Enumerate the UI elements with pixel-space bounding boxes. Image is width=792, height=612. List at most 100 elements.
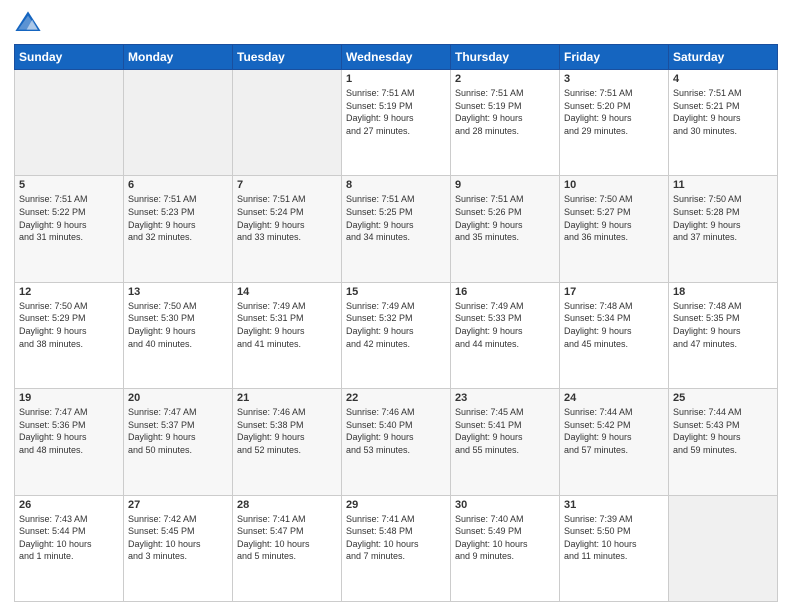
- cell-text: and 34 minutes.: [346, 231, 446, 244]
- calendar-cell: [669, 495, 778, 601]
- calendar-cell: 26Sunrise: 7:43 AMSunset: 5:44 PMDayligh…: [15, 495, 124, 601]
- day-number: 10: [564, 179, 664, 191]
- weekday-header: Friday: [560, 45, 669, 70]
- cell-text: and 36 minutes.: [564, 231, 664, 244]
- cell-text: Daylight: 9 hours: [346, 219, 446, 232]
- cell-text: Sunrise: 7:51 AM: [673, 87, 773, 100]
- day-number: 17: [564, 286, 664, 298]
- header: [14, 10, 778, 38]
- cell-text: Daylight: 9 hours: [673, 112, 773, 125]
- cell-text: Sunset: 5:34 PM: [564, 312, 664, 325]
- calendar-cell: 16Sunrise: 7:49 AMSunset: 5:33 PMDayligh…: [451, 282, 560, 388]
- day-number: 14: [237, 286, 337, 298]
- calendar-cell: 14Sunrise: 7:49 AMSunset: 5:31 PMDayligh…: [233, 282, 342, 388]
- day-number: 13: [128, 286, 228, 298]
- cell-text: Sunrise: 7:48 AM: [673, 300, 773, 313]
- cell-text: Sunset: 5:26 PM: [455, 206, 555, 219]
- cell-text: Sunset: 5:25 PM: [346, 206, 446, 219]
- cell-text: Sunset: 5:41 PM: [455, 419, 555, 432]
- cell-text: Sunrise: 7:40 AM: [455, 513, 555, 526]
- cell-text: Sunrise: 7:44 AM: [564, 406, 664, 419]
- cell-text: Daylight: 9 hours: [19, 431, 119, 444]
- day-number: 3: [564, 73, 664, 85]
- day-number: 20: [128, 392, 228, 404]
- calendar-cell: [124, 70, 233, 176]
- cell-text: Daylight: 9 hours: [128, 325, 228, 338]
- cell-text: and 29 minutes.: [564, 125, 664, 138]
- cell-text: Daylight: 10 hours: [455, 538, 555, 551]
- calendar-cell: 23Sunrise: 7:45 AMSunset: 5:41 PMDayligh…: [451, 389, 560, 495]
- cell-text: Sunset: 5:37 PM: [128, 419, 228, 432]
- cell-text: Sunset: 5:21 PM: [673, 100, 773, 113]
- day-number: 6: [128, 179, 228, 191]
- weekday-header: Wednesday: [342, 45, 451, 70]
- day-number: 12: [19, 286, 119, 298]
- cell-text: Sunset: 5:20 PM: [564, 100, 664, 113]
- calendar-cell: 5Sunrise: 7:51 AMSunset: 5:22 PMDaylight…: [15, 176, 124, 282]
- day-number: 25: [673, 392, 773, 404]
- cell-text: and 48 minutes.: [19, 444, 119, 457]
- cell-text: Sunset: 5:22 PM: [19, 206, 119, 219]
- cell-text: Daylight: 9 hours: [128, 219, 228, 232]
- cell-text: Sunset: 5:28 PM: [673, 206, 773, 219]
- cell-text: Sunset: 5:24 PM: [237, 206, 337, 219]
- cell-text: Sunset: 5:45 PM: [128, 525, 228, 538]
- cell-text: and 41 minutes.: [237, 338, 337, 351]
- cell-text: and 31 minutes.: [19, 231, 119, 244]
- day-number: 27: [128, 499, 228, 511]
- calendar-cell: 29Sunrise: 7:41 AMSunset: 5:48 PMDayligh…: [342, 495, 451, 601]
- calendar-cell: 22Sunrise: 7:46 AMSunset: 5:40 PMDayligh…: [342, 389, 451, 495]
- cell-text: Sunrise: 7:46 AM: [346, 406, 446, 419]
- calendar-cell: 6Sunrise: 7:51 AMSunset: 5:23 PMDaylight…: [124, 176, 233, 282]
- day-number: 4: [673, 73, 773, 85]
- cell-text: Sunset: 5:44 PM: [19, 525, 119, 538]
- cell-text: Sunset: 5:50 PM: [564, 525, 664, 538]
- cell-text: and 32 minutes.: [128, 231, 228, 244]
- cell-text: Sunrise: 7:50 AM: [128, 300, 228, 313]
- calendar-cell: 24Sunrise: 7:44 AMSunset: 5:42 PMDayligh…: [560, 389, 669, 495]
- cell-text: Sunrise: 7:42 AM: [128, 513, 228, 526]
- day-number: 9: [455, 179, 555, 191]
- calendar-cell: 7Sunrise: 7:51 AMSunset: 5:24 PMDaylight…: [233, 176, 342, 282]
- day-number: 7: [237, 179, 337, 191]
- calendar-cell: 8Sunrise: 7:51 AMSunset: 5:25 PMDaylight…: [342, 176, 451, 282]
- cell-text: Sunrise: 7:48 AM: [564, 300, 664, 313]
- cell-text: and 47 minutes.: [673, 338, 773, 351]
- weekday-header: Monday: [124, 45, 233, 70]
- cell-text: and 27 minutes.: [346, 125, 446, 138]
- cell-text: Daylight: 9 hours: [346, 112, 446, 125]
- cell-text: Sunrise: 7:49 AM: [455, 300, 555, 313]
- cell-text: Sunset: 5:43 PM: [673, 419, 773, 432]
- cell-text: and 50 minutes.: [128, 444, 228, 457]
- cell-text: Sunset: 5:32 PM: [346, 312, 446, 325]
- calendar-cell: 15Sunrise: 7:49 AMSunset: 5:32 PMDayligh…: [342, 282, 451, 388]
- day-number: 29: [346, 499, 446, 511]
- cell-text: Daylight: 10 hours: [564, 538, 664, 551]
- calendar-week-row: 19Sunrise: 7:47 AMSunset: 5:36 PMDayligh…: [15, 389, 778, 495]
- cell-text: Daylight: 9 hours: [346, 325, 446, 338]
- weekday-header-row: SundayMondayTuesdayWednesdayThursdayFrid…: [15, 45, 778, 70]
- cell-text: Daylight: 9 hours: [237, 219, 337, 232]
- calendar-cell: 10Sunrise: 7:50 AMSunset: 5:27 PMDayligh…: [560, 176, 669, 282]
- day-number: 18: [673, 286, 773, 298]
- cell-text: Daylight: 9 hours: [346, 431, 446, 444]
- calendar-week-row: 5Sunrise: 7:51 AMSunset: 5:22 PMDaylight…: [15, 176, 778, 282]
- cell-text: Daylight: 10 hours: [346, 538, 446, 551]
- cell-text: and 9 minutes.: [455, 550, 555, 563]
- calendar-cell: 20Sunrise: 7:47 AMSunset: 5:37 PMDayligh…: [124, 389, 233, 495]
- cell-text: Daylight: 9 hours: [19, 325, 119, 338]
- cell-text: Sunrise: 7:51 AM: [346, 193, 446, 206]
- day-number: 30: [455, 499, 555, 511]
- cell-text: Sunset: 5:40 PM: [346, 419, 446, 432]
- cell-text: Sunrise: 7:49 AM: [237, 300, 337, 313]
- cell-text: Sunrise: 7:41 AM: [346, 513, 446, 526]
- calendar-cell: 31Sunrise: 7:39 AMSunset: 5:50 PMDayligh…: [560, 495, 669, 601]
- cell-text: and 5 minutes.: [237, 550, 337, 563]
- cell-text: Daylight: 9 hours: [564, 219, 664, 232]
- cell-text: Daylight: 9 hours: [455, 219, 555, 232]
- cell-text: and 44 minutes.: [455, 338, 555, 351]
- day-number: 26: [19, 499, 119, 511]
- cell-text: Sunset: 5:35 PM: [673, 312, 773, 325]
- calendar-week-row: 26Sunrise: 7:43 AMSunset: 5:44 PMDayligh…: [15, 495, 778, 601]
- day-number: 23: [455, 392, 555, 404]
